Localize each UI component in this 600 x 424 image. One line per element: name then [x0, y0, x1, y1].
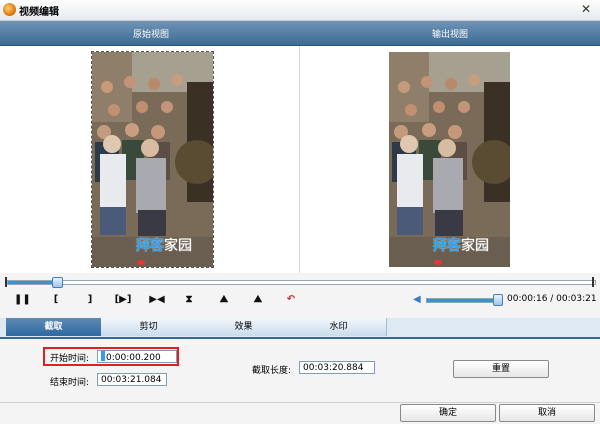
tab-capture[interactable]: 截取	[6, 318, 102, 336]
speaker-icon[interactable]: ◀	[413, 294, 421, 305]
mark-in-icon[interactable]: [	[50, 293, 62, 307]
jump-end-icon[interactable]: ⛰	[250, 293, 266, 307]
output-video-frame: 拜客家园	[389, 52, 510, 267]
title-bar: 视频编辑 ✕	[0, 0, 600, 21]
watermark-part1: 拜客	[136, 238, 164, 254]
tab-effects[interactable]: 效果	[196, 318, 292, 336]
tab-watermark[interactable]: 水印	[291, 318, 387, 336]
output-view-label: 输出视图	[432, 30, 469, 40]
volume-thumb[interactable]	[493, 294, 503, 306]
watermark-text: 拜客家园	[433, 235, 489, 255]
app-icon	[3, 3, 16, 16]
pause-icon[interactable]: ❚❚	[14, 293, 31, 307]
end-time-label: 结束时间:	[50, 378, 90, 388]
watermark-part2: 家园	[164, 238, 192, 254]
end-time-field[interactable]: 00:03:21.084	[97, 373, 167, 386]
mark-out-icon[interactable]: ]	[84, 293, 96, 307]
highlight-box	[43, 347, 179, 366]
preview-area	[0, 46, 600, 273]
cancel-button[interactable]: 取消	[499, 404, 595, 422]
preview-divider	[299, 46, 300, 273]
length-label: 截取长度:	[252, 366, 292, 376]
original-video-frame[interactable]: 拜客家园	[91, 51, 214, 268]
original-view-label: 原始视图	[133, 30, 170, 40]
close-button[interactable]: ✕	[578, 2, 594, 17]
volume-level	[427, 299, 497, 302]
next-frame-icon[interactable]: ▶◀	[148, 293, 166, 307]
window-title: 视频编辑	[19, 7, 59, 18]
jump-start-icon[interactable]: ⛰	[216, 293, 232, 307]
undo-icon[interactable]: ↶	[284, 293, 298, 307]
reset-button[interactable]: 重置	[453, 360, 549, 378]
weibo-logo	[434, 260, 442, 265]
trim-icon[interactable]: ⧗	[182, 293, 196, 307]
length-field[interactable]: 00:03:20.884	[299, 361, 375, 374]
weibo-logo	[137, 260, 145, 265]
seek-end-marker	[592, 277, 594, 287]
playback-time: 00:00:16 / 00:03:21	[507, 294, 597, 304]
video-edit-window: 视频编辑 ✕ 原始视图 输出视图 拜客家园 拜客家园 ❚❚ [] [▶] ▶◀…	[0, 0, 600, 424]
seek-track[interactable]	[7, 280, 596, 285]
seek-progress	[8, 281, 58, 284]
seek-thumb[interactable]	[52, 277, 64, 288]
watermark-part1: 拜客	[433, 238, 461, 254]
ok-button[interactable]: 确定	[400, 404, 496, 422]
play-segment-icon[interactable]: [▶]	[113, 293, 133, 307]
watermark-text: 拜客家园	[136, 235, 192, 255]
view-header: 原始视图 输出视图	[0, 21, 600, 46]
tab-cut[interactable]: 剪切	[101, 318, 197, 336]
watermark-part2: 家园	[461, 238, 489, 254]
